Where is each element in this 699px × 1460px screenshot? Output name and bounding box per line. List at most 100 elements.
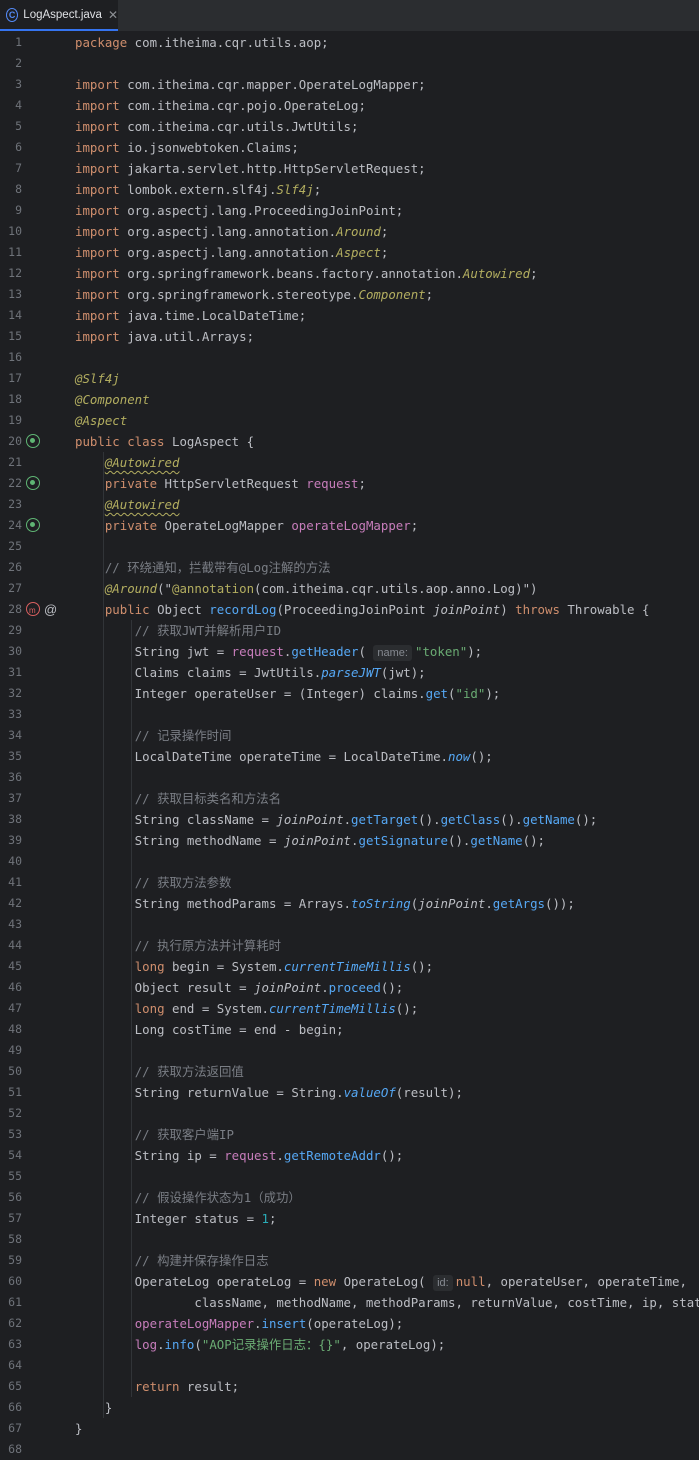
line-number[interactable]: 33 [0, 704, 22, 725]
code-line[interactable]: 20 public class LogAspect { [0, 431, 699, 452]
line-number[interactable]: 64 [0, 1355, 22, 1376]
code-line[interactable]: 46 Object result = joinPoint.proceed(); [0, 977, 699, 998]
line-number[interactable]: 15 [0, 326, 22, 347]
code-line[interactable]: 10 import org.aspectj.lang.annotation.Aro… [0, 221, 699, 242]
line-number[interactable]: 39 [0, 830, 22, 851]
code-line[interactable]: 57 Integer status = 1; [0, 1208, 699, 1229]
code-line[interactable]: 53 // 获取客户端IP [0, 1124, 699, 1145]
code-line[interactable]: 5 import com.itheima.cqr.utils.JwtUtils; [0, 116, 699, 137]
line-number[interactable]: 60 [0, 1271, 22, 1292]
line-number[interactable]: 68 [0, 1439, 22, 1460]
code-line[interactable]: 35 LocalDateTime operateTime = LocalDate… [0, 746, 699, 767]
spring-bean-icon[interactable] [26, 434, 40, 448]
line-number[interactable]: 19 [0, 410, 22, 431]
code-line[interactable]: 34 // 记录操作时间 [0, 725, 699, 746]
line-number[interactable]: 30 [0, 641, 22, 662]
code-line[interactable]: 42 String methodParams = Arrays.toString… [0, 893, 699, 914]
code-line[interactable]: 48 Long costTime = end - begin; [0, 1019, 699, 1040]
line-number[interactable]: 12 [0, 263, 22, 284]
line-number[interactable]: 41 [0, 872, 22, 893]
line-number[interactable]: 45 [0, 956, 22, 977]
close-icon[interactable]: ✕ [108, 8, 118, 22]
line-number[interactable]: 18 [0, 389, 22, 410]
code-line[interactable]: 50 // 获取方法返回值 [0, 1061, 699, 1082]
aop-advice-icon[interactable] [26, 600, 40, 621]
line-number[interactable]: 61 [0, 1292, 22, 1313]
code-line[interactable]: 13 import org.springframework.stereotype.… [0, 284, 699, 305]
line-number[interactable]: 52 [0, 1103, 22, 1124]
line-number[interactable]: 22 [0, 473, 22, 494]
line-number[interactable]: 16 [0, 347, 22, 368]
line-number[interactable]: 43 [0, 914, 22, 935]
line-number[interactable]: 9 [0, 200, 22, 221]
line-number[interactable]: 36 [0, 767, 22, 788]
line-number[interactable]: 50 [0, 1061, 22, 1082]
line-number[interactable]: 63 [0, 1334, 22, 1355]
line-number[interactable]: 49 [0, 1040, 22, 1061]
code-line[interactable]: 9 import org.aspectj.lang.ProceedingJoinP… [0, 200, 699, 221]
code-line[interactable]: 6 import io.jsonwebtoken.Claims; [0, 137, 699, 158]
annotation-at-icon[interactable]: @ [44, 599, 58, 617]
code-line[interactable]: 31 Claims claims = JwtUtils.parseJWT(jwt… [0, 662, 699, 683]
code-line[interactable]: 62 operateLogMapper.insert(operateLog); [0, 1313, 699, 1334]
line-number[interactable]: 48 [0, 1019, 22, 1040]
code-line[interactable]: 1 package com.itheima.cqr.utils.aop; [0, 32, 699, 53]
code-line[interactable]: 47 long end = System.currentTimeMillis()… [0, 998, 699, 1019]
line-number[interactable]: 25 [0, 536, 22, 557]
line-number[interactable]: 6 [0, 137, 22, 158]
line-number[interactable]: 54 [0, 1145, 22, 1166]
line-number[interactable]: 14 [0, 305, 22, 326]
code-line[interactable]: 45 long begin = System.currentTimeMillis… [0, 956, 699, 977]
code-line[interactable]: 17 @Slf4j [0, 368, 699, 389]
line-number[interactable]: 42 [0, 893, 22, 914]
code-line[interactable]: 65 return result; [0, 1376, 699, 1397]
line-number[interactable]: 57 [0, 1208, 22, 1229]
code-line[interactable]: 52 [0, 1103, 699, 1124]
line-number[interactable]: 59 [0, 1250, 22, 1271]
line-number[interactable]: 55 [0, 1166, 22, 1187]
line-number[interactable]: 58 [0, 1229, 22, 1250]
line-number[interactable]: 62 [0, 1313, 22, 1334]
code-line[interactable]: 59 // 构建并保存操作日志 [0, 1250, 699, 1271]
line-number[interactable]: 7 [0, 158, 22, 179]
line-number[interactable]: 5 [0, 116, 22, 137]
code-line[interactable]: 44 // 执行原方法并计算耗时 [0, 935, 699, 956]
line-number[interactable]: 20 [0, 431, 22, 452]
code-line[interactable]: 7 import jakarta.servlet.http.HttpServlet… [0, 158, 699, 179]
code-line[interactable]: 58 [0, 1229, 699, 1250]
line-number[interactable]: 29 [0, 620, 22, 641]
code-line[interactable]: 15 import java.util.Arrays; [0, 326, 699, 347]
code-line[interactable]: 30 String jwt = request.getHeader( name:… [0, 641, 699, 662]
line-number[interactable]: 46 [0, 977, 22, 998]
code-line[interactable]: 19 @Aspect [0, 410, 699, 431]
line-number[interactable]: 10 [0, 221, 22, 242]
line-number[interactable]: 51 [0, 1082, 22, 1103]
code-line[interactable]: 3 import com.itheima.cqr.mapper.OperateLo… [0, 74, 699, 95]
line-number[interactable]: 11 [0, 242, 22, 263]
code-line[interactable]: 12 import org.springframework.beans.facto… [0, 263, 699, 284]
line-number[interactable]: 67 [0, 1418, 22, 1439]
line-number[interactable]: 65 [0, 1376, 22, 1397]
code-line[interactable]: 27 @Around("@annotation(com.itheima.cqr.… [0, 578, 699, 599]
line-number[interactable]: 26 [0, 557, 22, 578]
code-line[interactable]: 2 [0, 53, 699, 74]
code-line[interactable]: 61 className, methodName, methodParams, … [0, 1292, 699, 1313]
code-line[interactable]: 24 private OperateLogMapper operateLogMa… [0, 515, 699, 536]
code-line[interactable]: 16 [0, 347, 699, 368]
line-number[interactable]: 32 [0, 683, 22, 704]
line-number[interactable]: 53 [0, 1124, 22, 1145]
line-number[interactable]: 2 [0, 53, 22, 74]
code-line[interactable]: 55 [0, 1166, 699, 1187]
code-line[interactable]: 26 // 环绕通知，拦截带有@Log注解的方法 [0, 557, 699, 578]
code-line[interactable]: 43 [0, 914, 699, 935]
code-line[interactable]: 66 } [0, 1397, 699, 1418]
line-number[interactable]: 27 [0, 578, 22, 599]
tab-logaspect-java[interactable]: C LogAspect.java ✕ [0, 0, 118, 31]
code-line[interactable]: 25 [0, 536, 699, 557]
code-line[interactable]: 60 OperateLog operateLog = new OperateLo… [0, 1271, 699, 1292]
code-line[interactable]: 41 // 获取方法参数 [0, 872, 699, 893]
line-number[interactable]: 35 [0, 746, 22, 767]
code-line[interactable]: 54 String ip = request.getRemoteAddr(); [0, 1145, 699, 1166]
code-line[interactable]: 14 import java.time.LocalDateTime; [0, 305, 699, 326]
code-line[interactable]: 21 @Autowired [0, 452, 699, 473]
